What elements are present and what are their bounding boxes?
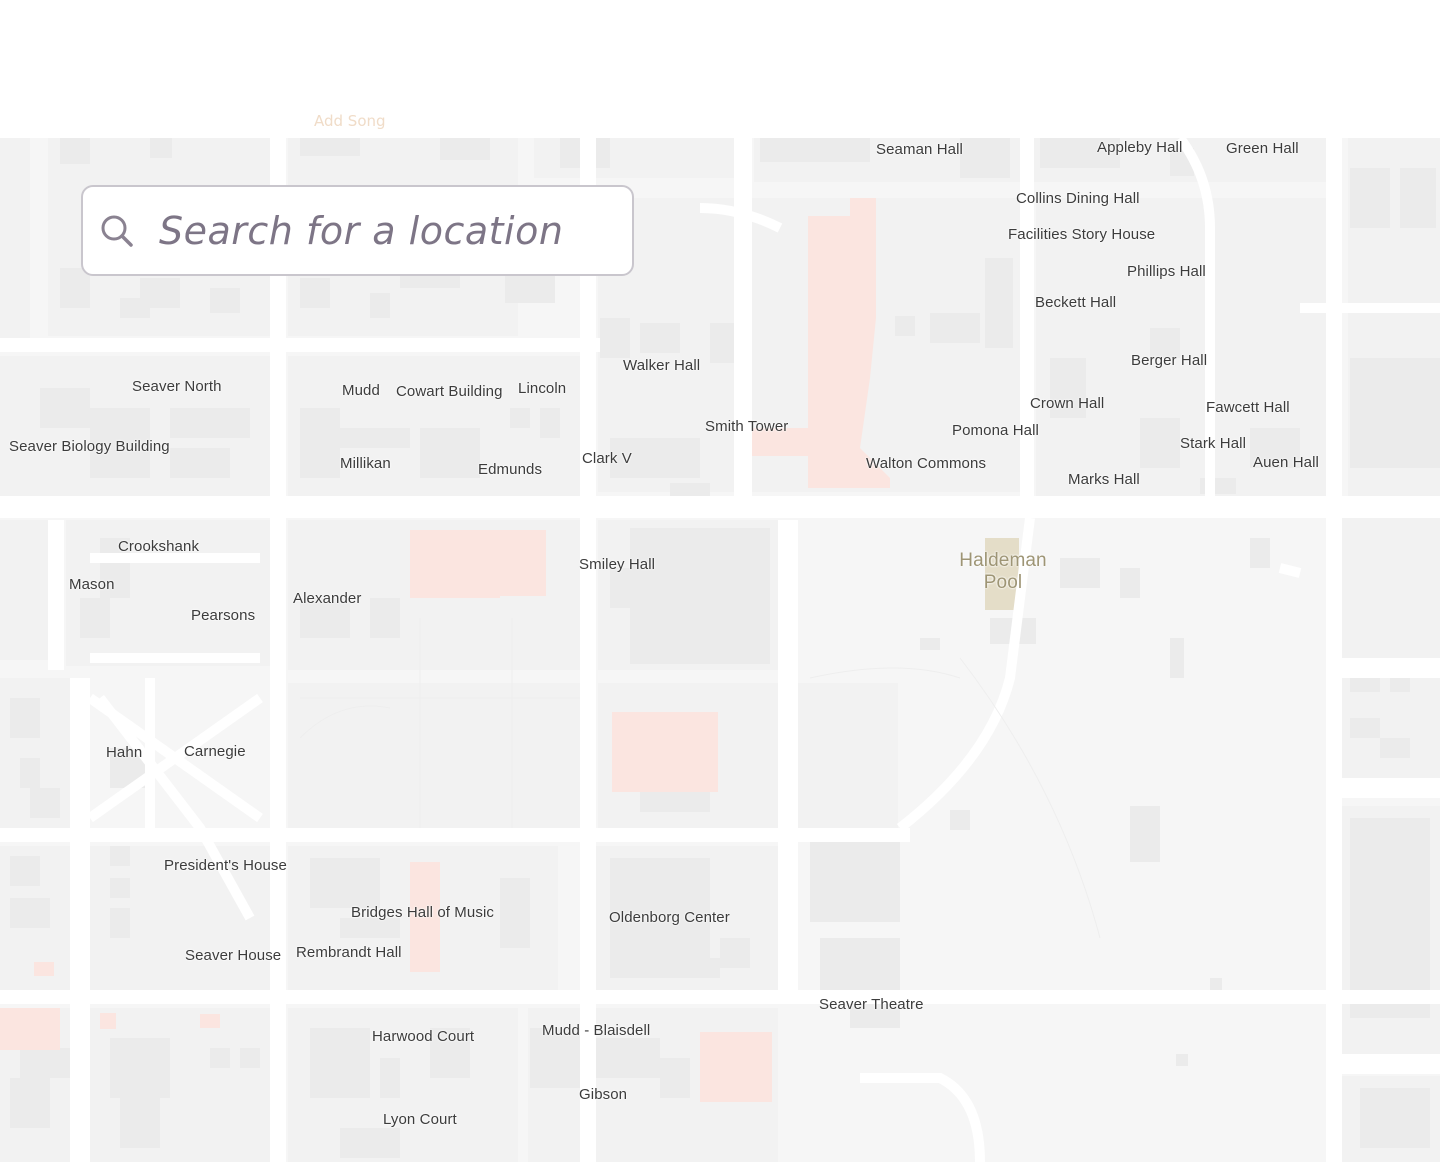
map-label-lyon-court[interactable]: Lyon Court [383, 1111, 457, 1128]
map-label-presidents-house[interactable]: President's House [164, 857, 287, 874]
map-label-gibson[interactable]: Gibson [579, 1086, 627, 1103]
map-label-hahn[interactable]: Hahn [106, 744, 142, 761]
map-label-oldenborg-center[interactable]: Oldenborg Center [609, 909, 730, 926]
map-label-phillips-hall[interactable]: Phillips Hall [1127, 263, 1206, 280]
map-label-fawcett-hall[interactable]: Fawcett Hall [1206, 399, 1290, 416]
map-label-seaver-biology-building[interactable]: Seaver Biology Building [9, 438, 170, 455]
map-label-pomona-hall[interactable]: Pomona Hall [952, 422, 1039, 439]
map-label-crookshank[interactable]: Crookshank [118, 538, 199, 555]
map-label-millikan[interactable]: Millikan [340, 455, 391, 472]
map-label-beckett-hall[interactable]: Beckett Hall [1035, 294, 1116, 311]
map-label-berger-hall[interactable]: Berger Hall [1131, 352, 1207, 369]
map-label-pearsons[interactable]: Pearsons [191, 607, 255, 624]
top-bar: Add Song [0, 0, 1440, 138]
map-label-green-hall[interactable]: Green Hall [1226, 140, 1299, 157]
map-label-rembrandt-hall[interactable]: Rembrandt Hall [296, 944, 402, 961]
map-label-seaver-north[interactable]: Seaver North [132, 378, 222, 395]
map-label-seaver-theatre[interactable]: Seaver Theatre [819, 996, 924, 1013]
map-label-clark-v[interactable]: Clark V [582, 450, 632, 467]
map-label-carnegie[interactable]: Carnegie [184, 743, 246, 760]
map-label-mason[interactable]: Mason [69, 576, 115, 593]
map-label-lincoln[interactable]: Lincoln [518, 380, 566, 397]
map-label-mudd[interactable]: Mudd [342, 382, 380, 399]
map-label-alexander[interactable]: Alexander [293, 590, 361, 607]
map-label-facilities-story-house[interactable]: Facilities Story House [1008, 226, 1155, 243]
map-label-walker-hall[interactable]: Walker Hall [623, 357, 700, 374]
map-label-stark-hall[interactable]: Stark Hall [1180, 435, 1246, 452]
map-label-collins-dining-hall[interactable]: Collins Dining Hall [1016, 190, 1140, 207]
map-label-edmunds[interactable]: Edmunds [478, 461, 542, 478]
map-label-haldeman-pool[interactable]: Haldeman Pool [943, 550, 1063, 594]
map-base-layer [0, 138, 1440, 1162]
map-label-smiley-hall[interactable]: Smiley Hall [579, 556, 655, 573]
map-label-harwood-court[interactable]: Harwood Court [372, 1028, 474, 1045]
map-label-auen-hall[interactable]: Auen Hall [1253, 454, 1319, 471]
map-label-smith-tower[interactable]: Smith Tower [705, 418, 788, 435]
add-song-link[interactable]: Add Song [314, 112, 386, 130]
location-search-input[interactable] [157, 207, 621, 254]
map-label-seaver-house[interactable]: Seaver House [185, 947, 281, 964]
search-icon[interactable] [99, 213, 135, 249]
map-label-seaman-hall[interactable]: Seaman Hall [876, 141, 963, 158]
map-label-cowart-building[interactable]: Cowart Building [396, 383, 503, 400]
campus-map[interactable]: Seaman Hall Appleby Hall Green Hall Coll… [0, 138, 1440, 1162]
map-label-crown-hall[interactable]: Crown Hall [1030, 395, 1104, 412]
map-label-bridges-hall-of-music[interactable]: Bridges Hall of Music [351, 904, 494, 921]
map-label-appleby-hall[interactable]: Appleby Hall [1097, 139, 1182, 156]
map-label-mudd-blaisdell[interactable]: Mudd - Blaisdell [542, 1022, 650, 1039]
map-label-marks-hall[interactable]: Marks Hall [1068, 471, 1140, 488]
map-label-walton-commons[interactable]: Walton Commons [866, 455, 986, 472]
location-search-box[interactable] [81, 185, 634, 276]
